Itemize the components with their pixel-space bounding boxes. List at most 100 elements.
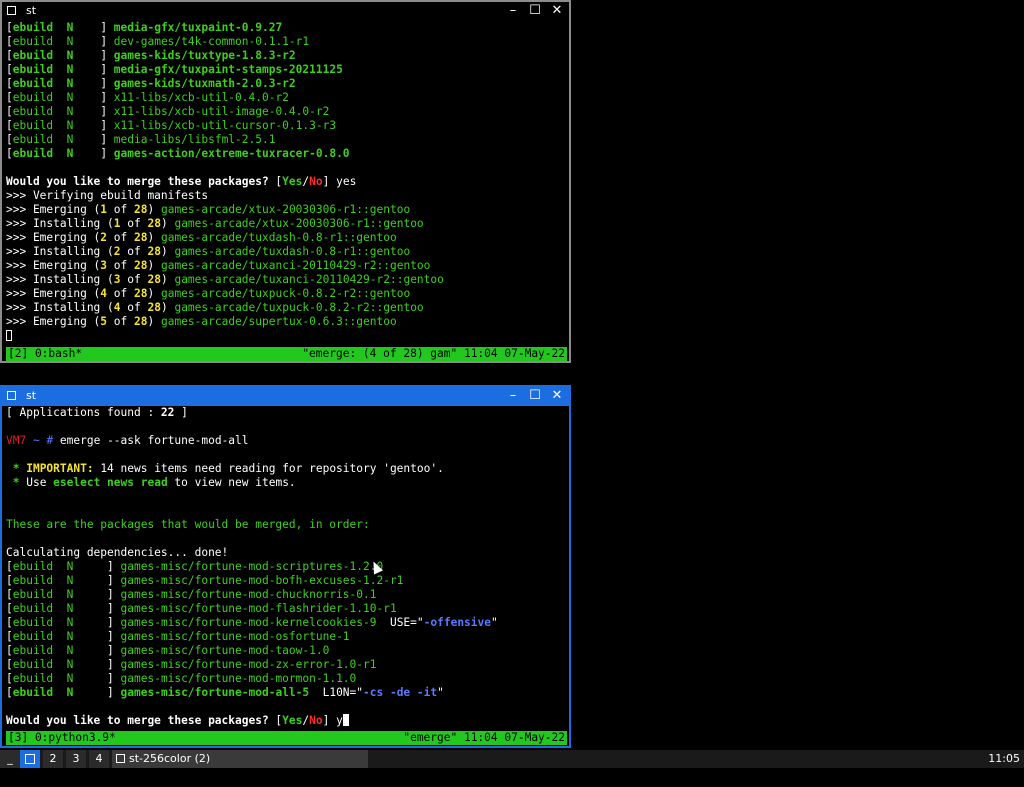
terminal-text: games-arcade/xtux-20030306-r1::gentoo: [160, 203, 411, 216]
status-right: "emerge" 11:04 07-May-22: [403, 731, 565, 744]
terminal-line: [ebuild N ] games-misc/fortune-mod-chuck…: [6, 588, 567, 602]
terminal-text: ]: [100, 77, 114, 90]
terminal-text: ebuild N: [12, 119, 101, 132]
window-titlebar[interactable]: st – ☐ ✕: [2, 387, 569, 406]
workspace-button-2[interactable]: 2: [43, 750, 63, 768]
terminal-text: games-misc/fortune-mod-taow-1.0: [120, 644, 330, 657]
terminal-text: 22: [160, 406, 175, 419]
terminal-line: [ebuild N ] games-misc/fortune-mod-kerne…: [6, 616, 567, 630]
terminal-text: *: [6, 476, 27, 489]
workspace-1-icon: [25, 754, 35, 764]
terminal-text: of: [107, 315, 134, 328]
terminal-text: [: [6, 644, 13, 657]
terminal-text: 28: [147, 273, 161, 286]
terminal-text: ebuild N: [12, 602, 108, 615]
minimize-button[interactable]: –: [505, 388, 521, 404]
terminal-line: VM7 ~ # emerge --ask fortune-mod-all: [6, 434, 567, 448]
terminal-line: >>> Installing (3 of 28) games-arcade/tu…: [6, 273, 567, 287]
terminal-text: games-misc/fortune-mod-chucknorris-0.1: [120, 588, 377, 601]
window-icon: [116, 754, 125, 763]
terminal-line: [ebuild N ] media-gfx/tuxpaint-stamps-20…: [6, 63, 567, 77]
terminal-text: 1: [113, 217, 121, 230]
terminal-text: [: [6, 133, 13, 146]
terminal-line: [ebuild N ] games-misc/fortune-mod-flash…: [6, 602, 567, 616]
terminal-output[interactable]: [ Applications found : 22 ] VM7 ~ # emerg…: [6, 406, 567, 746]
window-titlebar[interactable]: st – ☐ ✕: [2, 2, 569, 21]
terminal-text: [: [6, 658, 13, 671]
terminal-line: [ebuild N ] games-misc/fortune-mod-all-5…: [6, 686, 567, 700]
minimize-button[interactable]: –: [505, 3, 521, 19]
terminal-text: [: [6, 672, 13, 685]
terminal-text: IMPORTANT:: [26, 462, 94, 475]
clock: 11:05: [988, 752, 1020, 765]
terminal-line: [ebuild N ] games-action/extreme-tuxrace…: [6, 147, 567, 161]
workspace-button-1[interactable]: [20, 750, 40, 768]
terminal-text: ]: [100, 49, 114, 62]
terminal-text: games-misc/fortune-mod-kernelcookies-9: [120, 616, 377, 629]
terminal-text: 3: [113, 273, 121, 286]
terminal-line: [ebuild N ] games-misc/fortune-mod-mormo…: [6, 672, 567, 686]
terminal-text: ebuild N: [12, 63, 101, 76]
terminal-window-1[interactable]: st – ☐ ✕ [ebuild N ] media-gfx/tuxpaint-…: [0, 0, 571, 363]
terminal-text: dev-games/t4k-common-0.1.1-r1: [113, 35, 310, 48]
terminal-line: >>> Installing (1 of 28) games-arcade/xt…: [6, 217, 567, 231]
window-title: st: [26, 389, 37, 402]
terminal-line: [ebuild N ] x11-libs/xcb-util-image-0.4.…: [6, 105, 567, 119]
terminal-text: of: [120, 273, 148, 286]
terminal-line: [6, 329, 567, 343]
terminal-line: [ebuild N ] dev-games/t4k-common-0.1.1-r…: [6, 35, 567, 49]
workspace-button-menu[interactable]: _: [0, 750, 20, 768]
terminal-text: 28: [147, 301, 161, 314]
terminal-line: [ebuild N ] x11-libs/xcb-util-cursor-0.1…: [6, 119, 567, 133]
terminal-text: [: [6, 588, 13, 601]
terminal-text: games-arcade/xtux-20030306-r1::gentoo: [174, 217, 424, 230]
terminal-text: ]: [100, 105, 114, 118]
terminal-text: of: [107, 231, 134, 244]
terminal-text: 28: [147, 245, 161, 258]
terminal-text: ): [160, 301, 175, 314]
terminal-text: ]: [107, 686, 121, 699]
terminal-text: ]: [107, 630, 121, 643]
maximize-button[interactable]: ☐: [527, 388, 543, 404]
terminal-text: games-arcade/supertux-0.6.3::gentoo: [160, 315, 397, 328]
workspace-button-3[interactable]: 3: [66, 750, 86, 768]
terminal-text: Calculating dependencies... done!: [6, 546, 229, 559]
terminal-line: [ebuild N ] games-misc/fortune-mod-scrip…: [6, 560, 567, 574]
terminal-window-2[interactable]: st – ☐ ✕ [ Applications found : 22 ] VM7 …: [0, 385, 571, 748]
terminal-text: games-misc/fortune-mod-mormon-1.1.0: [120, 672, 357, 685]
window-menu-icon[interactable]: [7, 391, 16, 400]
terminal-text: [: [6, 630, 13, 643]
terminal-text: games-misc/fortune-mod-all-5: [120, 686, 310, 699]
terminal-output[interactable]: [ebuild N ] media-gfx/tuxpaint-0.9.27 [eb…: [6, 21, 567, 361]
terminal-text: ebuild N: [12, 49, 101, 62]
terminal-text: >>> Verifying ebuild manifests: [6, 189, 209, 202]
terminal-text: ): [160, 273, 175, 286]
terminal-text: [: [6, 105, 13, 118]
taskbar: _ 2 3 4 st-256color (2) 11:05: [0, 750, 1024, 768]
terminal-text: of: [120, 301, 148, 314]
close-button[interactable]: ✕: [549, 388, 565, 404]
maximize-button[interactable]: ☐: [527, 3, 543, 19]
terminal-line: >>> Emerging (3 of 28) games-arcade/tuxa…: [6, 259, 567, 273]
terminal-text: ] y: [322, 714, 343, 727]
tmux-status-bar: [2] 0:bash* "emerge: (4 of 28) gam" 11:0…: [6, 347, 567, 361]
close-button[interactable]: ✕: [549, 3, 565, 19]
terminal-text: [: [6, 91, 13, 104]
terminal-text: >>> Emerging (: [6, 231, 101, 244]
window-menu-icon[interactable]: [7, 6, 16, 15]
terminal-text: [: [6, 77, 13, 90]
terminal-text: ): [147, 287, 161, 300]
terminal-text: ]: [100, 91, 114, 104]
status-left: [2] 0:bash*: [8, 347, 83, 360]
terminal-line: [ Applications found : 22 ]: [6, 406, 567, 420]
workspace-button-4[interactable]: 4: [89, 750, 109, 768]
terminal-text: ebuild N: [12, 686, 108, 699]
terminal-text: [: [6, 602, 13, 615]
terminal-text: [: [6, 616, 13, 629]
taskbar-task-st[interactable]: st-256color (2): [112, 750, 368, 768]
terminal-text: games-arcade/tuxanci-20110429-r2::gentoo: [174, 273, 444, 286]
terminal-text: ): [147, 315, 161, 328]
terminal-text: ]: [100, 147, 114, 160]
